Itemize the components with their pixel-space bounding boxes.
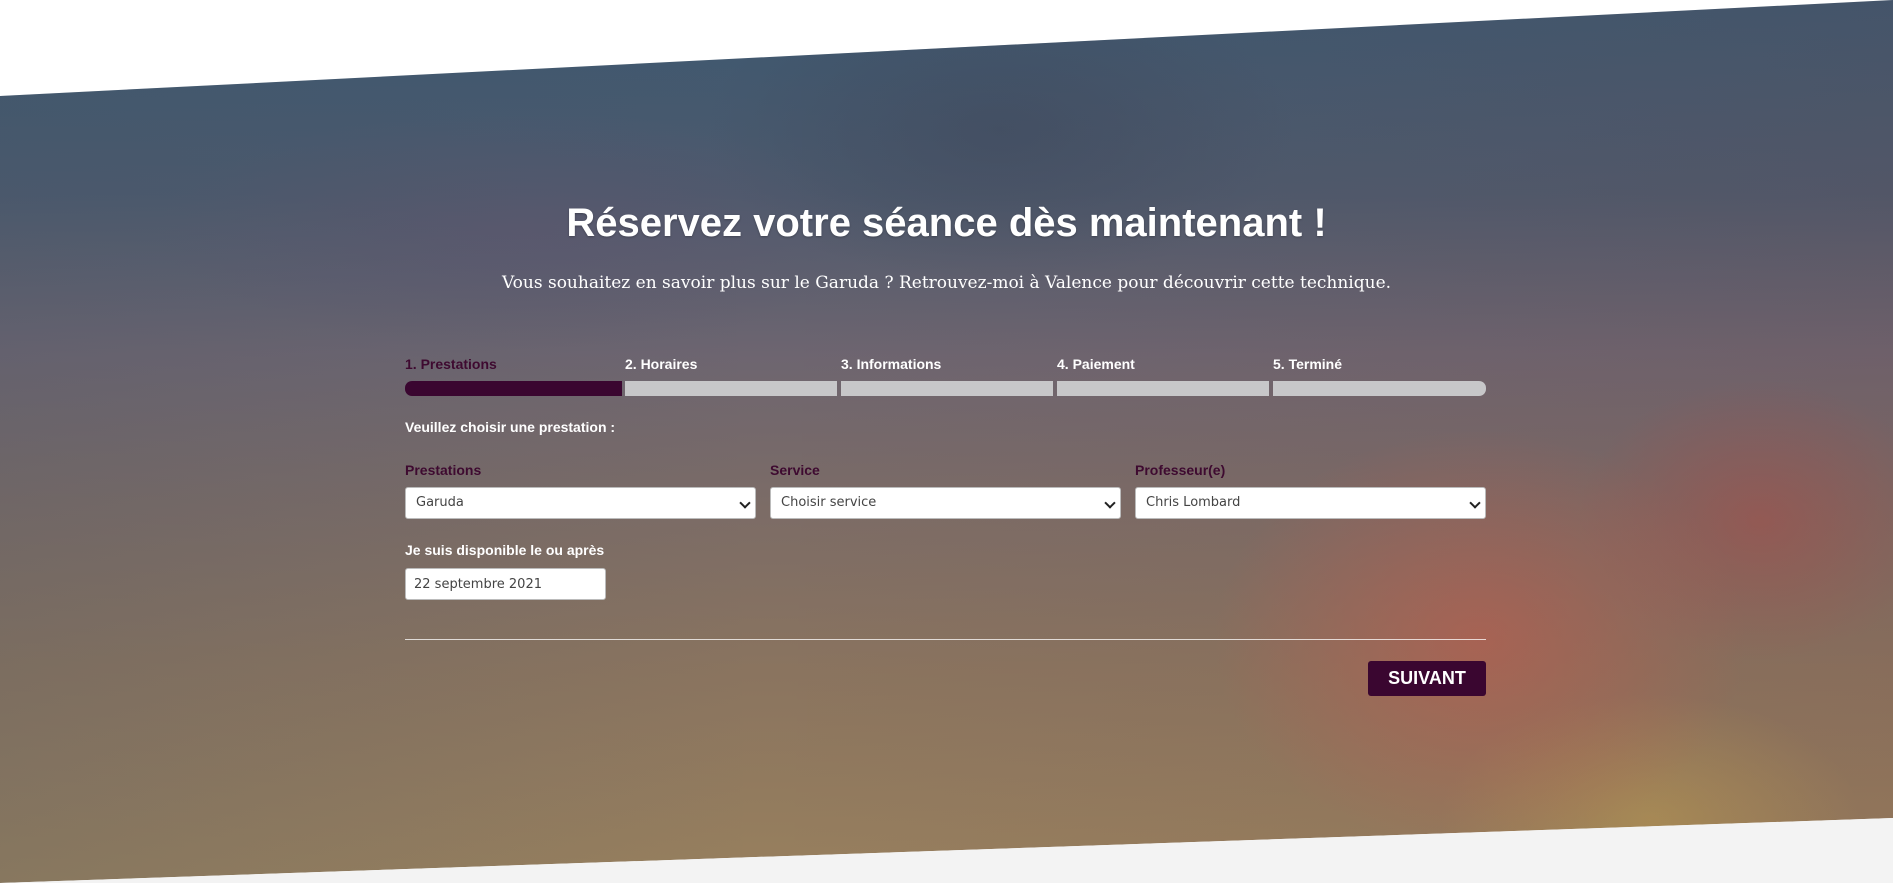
step-prestations[interactable]: 1. Prestations	[405, 356, 622, 398]
booking-steps: 1. Prestations 2. Horaires 3. Informatio…	[405, 356, 1486, 398]
step-label: 3. Informations	[841, 356, 942, 372]
chevron-down-icon	[739, 497, 751, 509]
next-button[interactable]: SUIVANT	[1368, 661, 1486, 696]
page-title: Réservez votre séance dès maintenant !	[566, 201, 1327, 245]
step-termine[interactable]: 5. Terminé	[1273, 356, 1486, 398]
step-progress-bar	[1273, 381, 1486, 396]
service-value: Choisir service	[781, 495, 877, 510]
chevron-down-icon	[1104, 497, 1116, 509]
hero-background	[0, 0, 1893, 883]
step-label: 2. Horaires	[625, 356, 698, 372]
service-label: Service	[770, 462, 820, 478]
form-divider	[405, 639, 1486, 640]
date-field[interactable]: 22 septembre 2021	[405, 568, 606, 600]
date-value: 22 septembre 2021	[414, 577, 542, 592]
professeur-value: Chris Lombard	[1146, 495, 1241, 510]
step-progress-bar	[1057, 381, 1269, 396]
page-subtitle: Vous souhaitez en savoir plus sur le Gar…	[501, 273, 1392, 293]
professeur-select[interactable]: Chris Lombard	[1135, 487, 1486, 519]
step-progress-bar	[841, 381, 1053, 396]
date-label: Je suis disponible le ou après	[405, 542, 605, 558]
step-horaires[interactable]: 2. Horaires	[625, 356, 837, 398]
step-informations[interactable]: 3. Informations	[841, 356, 1053, 398]
service-select[interactable]: Choisir service	[770, 487, 1121, 519]
prestations-select[interactable]: Garuda	[405, 487, 756, 519]
prestations-label: Prestations	[405, 462, 482, 478]
step-label: 1. Prestations	[405, 356, 497, 372]
step-paiement[interactable]: 4. Paiement	[1057, 356, 1269, 398]
step-progress-bar	[625, 381, 837, 396]
step-progress-bar	[405, 381, 622, 396]
prestations-value: Garuda	[416, 495, 464, 510]
step-label: 4. Paiement	[1057, 356, 1135, 372]
step-label: 5. Terminé	[1273, 356, 1342, 372]
professeur-label: Professeur(e)	[1135, 462, 1226, 478]
form-prompt: Veuillez choisir une prestation :	[405, 419, 616, 435]
chevron-down-icon	[1469, 497, 1481, 509]
